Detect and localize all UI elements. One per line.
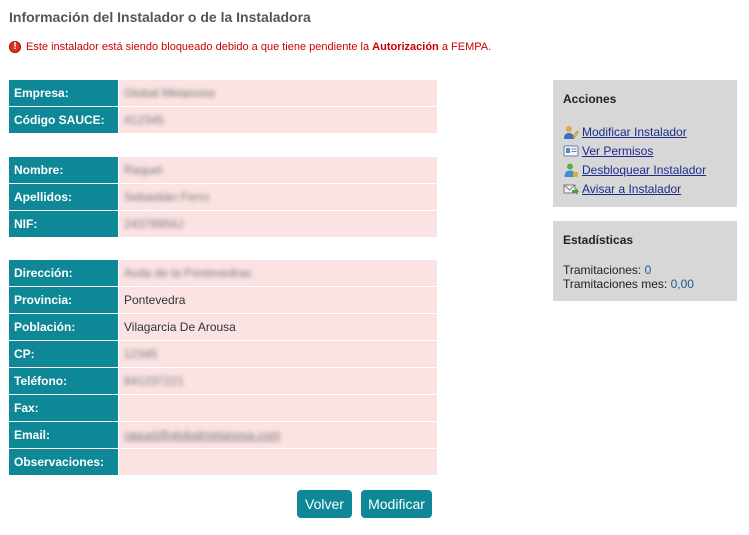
field-value: 641237221	[119, 368, 437, 394]
field-label: CP:	[9, 341, 118, 367]
field-value: Global Metanosa	[119, 80, 437, 106]
field-value: Raquel	[119, 157, 437, 183]
mail-send-icon	[563, 181, 579, 197]
field-value: 24378956J	[119, 211, 437, 237]
field-label: Dirección:	[9, 260, 118, 286]
field-value	[119, 395, 437, 421]
field-label: Email:	[9, 422, 118, 448]
statistics-title: Estadísticas	[563, 233, 634, 247]
info-row-direccion: Dirección: Avda de la Pontevedras	[9, 260, 437, 286]
field-label: Empresa:	[9, 80, 118, 106]
info-row-telefono: Teléfono: 641237221	[9, 368, 437, 394]
personal-info-group: Nombre: Raquel Apellidos: Sebastián Ferr…	[9, 157, 437, 238]
info-row-cp: CP: 12345	[9, 341, 437, 367]
field-value	[119, 449, 437, 475]
stat-tramitaciones-mes: Tramitaciones mes: 0,00	[563, 277, 694, 291]
info-row-empresa: Empresa: Global Metanosa	[9, 80, 437, 106]
blurred-value: Sebastián Ferro	[124, 190, 210, 204]
field-value: 412345	[119, 107, 437, 133]
company-info-group: Empresa: Global Metanosa Código SAUCE: 4…	[9, 80, 437, 134]
field-value: Pontevedra	[119, 287, 437, 313]
field-value: 12345	[119, 341, 437, 367]
action-link[interactable]: Modificar Instalador	[582, 125, 687, 139]
blurred-value: Avda de la Pontevedras	[124, 266, 252, 280]
field-label: Teléfono:	[9, 368, 118, 394]
modify-button[interactable]: Modificar	[361, 490, 432, 518]
action-link[interactable]: Desbloquear Instalador	[582, 163, 706, 177]
field-label: Apellidos:	[9, 184, 118, 210]
user-unlock-icon	[563, 162, 579, 178]
email-link[interactable]: raquel@globalmetanosa.com	[124, 428, 280, 442]
stat-value: 0	[644, 263, 652, 277]
blurred-value: 641237221	[124, 374, 185, 388]
field-label: Fax:	[9, 395, 118, 421]
field-value: Sebastián Ferro	[119, 184, 437, 210]
warning-icon: !	[9, 41, 21, 53]
info-row-fax: Fax:	[9, 395, 437, 421]
blurred-value: 24378956J	[124, 217, 184, 231]
contact-info-group: Dirección: Avda de la Pontevedras Provin…	[9, 260, 437, 476]
field-value: Avda de la Pontevedras	[119, 260, 437, 286]
field-label: Provincia:	[9, 287, 118, 313]
info-row-codigo-sauce: Código SAUCE: 412345	[9, 107, 437, 133]
field-label: NIF:	[9, 211, 118, 237]
stat-tramitaciones: Tramitaciones: 0	[563, 263, 652, 277]
actions-title: Acciones	[563, 92, 617, 106]
page-title: Información del Instalador o de la Insta…	[9, 9, 311, 25]
info-row-nif: NIF: 24378956J	[9, 211, 437, 237]
info-row-poblacion: Población: Vilagarcia De Arousa	[9, 314, 437, 340]
actions-panel: Acciones Modificar Instalador Ver Permis…	[553, 80, 737, 207]
blurred-value: Raquel	[124, 163, 163, 177]
warning-message: ! Este instalador está siendo bloqueado …	[9, 41, 491, 53]
field-value: Vilagarcia De Arousa	[119, 314, 437, 340]
field-label: Código SAUCE:	[9, 107, 118, 133]
info-row-provincia: Provincia: Pontevedra	[9, 287, 437, 313]
stat-value: 0,00	[670, 277, 694, 291]
blurred-value: Global Metanosa	[124, 86, 215, 100]
field-value: raquel@globalmetanosa.com	[119, 422, 437, 448]
field-label: Población:	[9, 314, 118, 340]
id-card-icon	[563, 143, 579, 159]
statistics-panel: Estadísticas Tramitaciones: 0 Tramitacio…	[553, 221, 737, 301]
field-label: Nombre:	[9, 157, 118, 183]
blurred-value: 12345	[124, 347, 158, 361]
back-button[interactable]: Volver	[297, 490, 352, 518]
action-link[interactable]: Avisar a Instalador	[582, 182, 681, 196]
action-modificar-instalador[interactable]: Modificar Instalador	[563, 122, 727, 141]
action-ver-permisos[interactable]: Ver Permisos	[563, 141, 727, 160]
blurred-value: 412345	[124, 113, 165, 127]
action-desbloquear-instalador[interactable]: Desbloquear Instalador	[563, 160, 727, 179]
info-row-observaciones: Observaciones:	[9, 449, 437, 475]
warning-text: Este instalador está siendo bloqueado de…	[26, 41, 492, 53]
action-link[interactable]: Ver Permisos	[582, 144, 653, 158]
action-avisar-instalador[interactable]: Avisar a Instalador	[563, 179, 727, 198]
info-row-email: Email: raquel@globalmetanosa.com	[9, 422, 437, 448]
user-edit-icon	[563, 124, 579, 140]
field-label: Observaciones:	[9, 449, 118, 475]
info-row-apellidos: Apellidos: Sebastián Ferro	[9, 184, 437, 210]
info-row-nombre: Nombre: Raquel	[9, 157, 437, 183]
